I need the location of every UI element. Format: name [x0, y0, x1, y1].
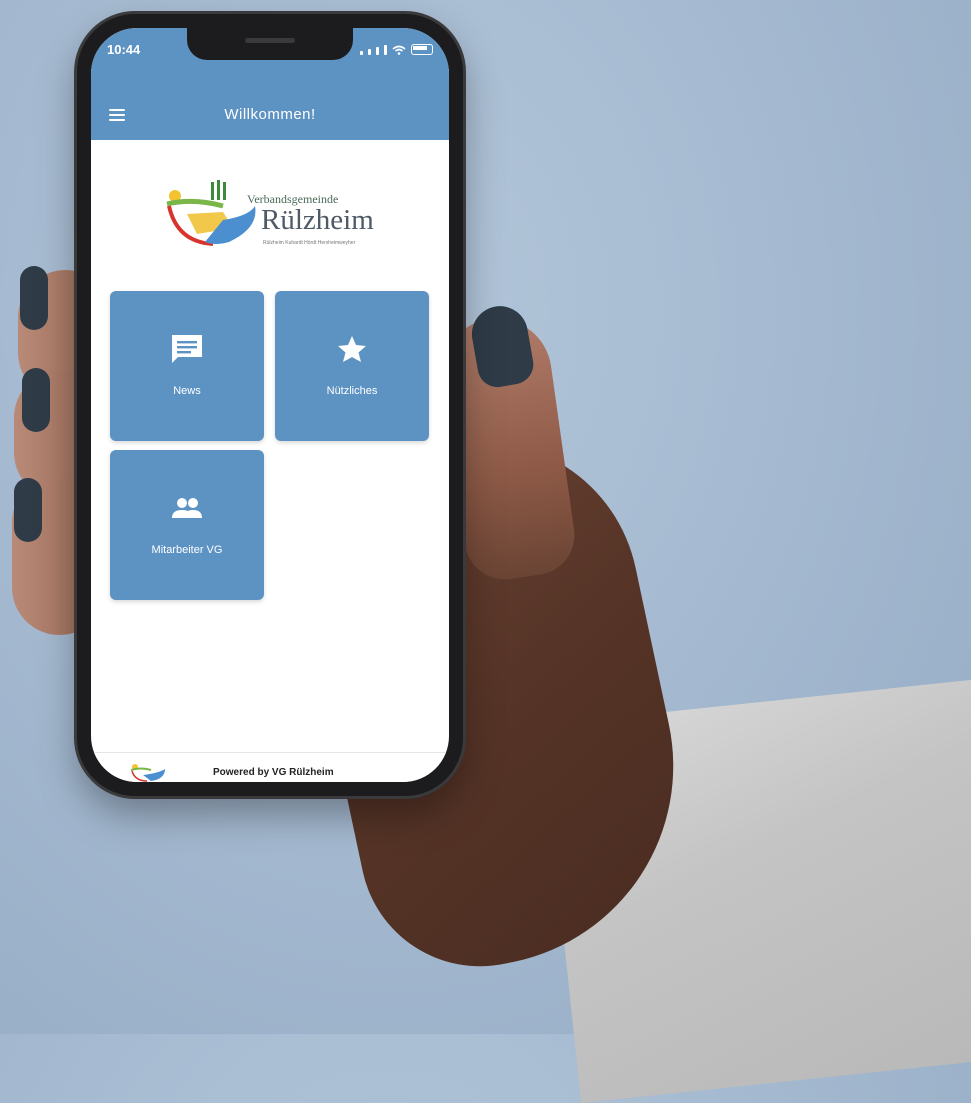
tile-label: News [173, 385, 201, 397]
footer: Powered by VG Rülzheim [91, 752, 449, 782]
signal-icon [360, 51, 363, 55]
logo-line2: Rülzheim [261, 204, 374, 236]
people-icon [172, 498, 202, 518]
tile-nuetzliches[interactable]: Nützliches [275, 291, 429, 441]
vg-ruelzheim-logo: Verbandsgemeinde Rülzheim Rülzheim Kuhar… [163, 176, 383, 256]
fingernail [14, 478, 42, 542]
footer-text: Powered by VG Rülzheim [213, 767, 334, 778]
status-icons [360, 44, 433, 55]
logo-line3: Rülzheim Kuhardt Hördt Herxheimweyher [263, 240, 356, 246]
tile-label: Mitarbeiter VG [151, 544, 223, 556]
tile-label: Nützliches [326, 385, 378, 397]
fingernail [22, 368, 50, 432]
tile-mitarbeiter-vg[interactable]: Mitarbeiter VG [110, 450, 264, 600]
status-time: 10:44 [107, 42, 141, 57]
notch [187, 28, 353, 60]
fingernail [20, 266, 48, 330]
battery-icon [411, 44, 433, 55]
phone: 10:44 Willkommen! Verbandsgemeinde Rülzh… [77, 14, 463, 796]
page-title: Willkommen! [224, 106, 316, 123]
logo-emblem-icon [166, 180, 256, 246]
phone-screen: 10:44 Willkommen! Verbandsgemeinde Rülzh… [91, 28, 449, 782]
chat-message-icon [172, 335, 202, 363]
tile-news[interactable]: News [110, 291, 264, 441]
footer-logo-icon [130, 764, 165, 782]
star-icon [338, 336, 366, 362]
wifi-icon [392, 45, 406, 55]
